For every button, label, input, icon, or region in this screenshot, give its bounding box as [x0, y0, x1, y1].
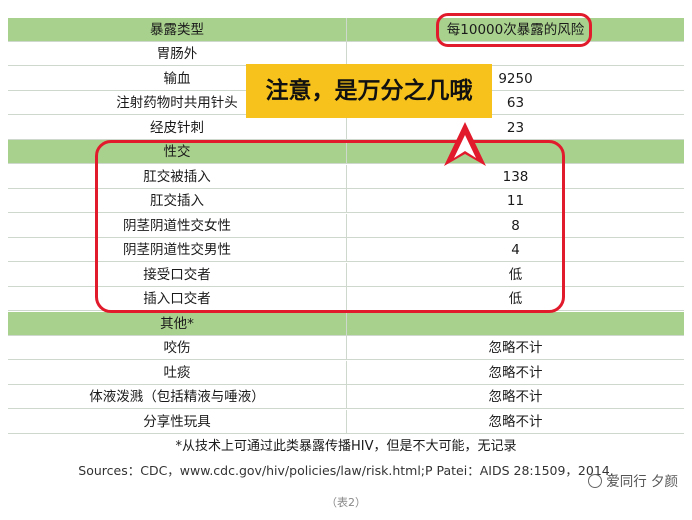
table-footnote: *从技术上可通过此类暴露传播HIV，但是不大可能，无记录 [175, 439, 517, 454]
wechat-icon [588, 474, 603, 488]
exposure-type-cell: 胃肠外 [8, 42, 347, 66]
exposure-type-cell: 咬伤 [8, 336, 347, 360]
exposure-type-cell: 经皮针刺 [8, 115, 347, 140]
table-sources: Sources：CDC，www.cdc.gov/hiv/policies/law… [78, 463, 614, 478]
risk-value-cell: 忽略不计 [488, 364, 543, 381]
exposure-type-cell: 体液泼溅（包括精液与唾液） [8, 385, 347, 409]
risk-value-cell: 忽略不计 [488, 389, 543, 405]
risk-value-cell: 忽略不计 [488, 340, 543, 356]
table-row: 咬伤 忽略不计 [8, 336, 684, 360]
exposure-type-cell: 分享性玩具 [8, 409, 347, 434]
exposure-type-cell: 其他* [8, 311, 347, 336]
header-exposure-type: 暴露类型 [8, 18, 347, 42]
risk-value-cell: 忽略不计 [488, 413, 543, 430]
up-arrow-icon [444, 122, 486, 166]
table-row: 分享性玩具 忽略不计 [8, 409, 684, 434]
header-highlight-box [436, 13, 592, 47]
attention-banner: 注意，是万分之几哦 [246, 64, 492, 118]
watermark-text: 爱同行 夕颜 [606, 474, 678, 490]
table-row: 吐痰 忽略不计 [8, 360, 684, 385]
risk-value-cell [347, 312, 684, 336]
exposure-type-cell: 吐痰 [8, 360, 347, 385]
table-caption: （表2） [326, 496, 366, 509]
table-row: 体液泼溅（包括精液与唾液） 忽略不计 [8, 385, 684, 409]
sexual-rows-highlight-box [95, 140, 565, 313]
table-row: 经皮针刺 23 [8, 115, 684, 140]
risk-value-cell: 23 [506, 119, 525, 136]
watermark: 爱同行 夕颜 [588, 470, 678, 490]
table-section-row: 其他* [8, 311, 684, 336]
